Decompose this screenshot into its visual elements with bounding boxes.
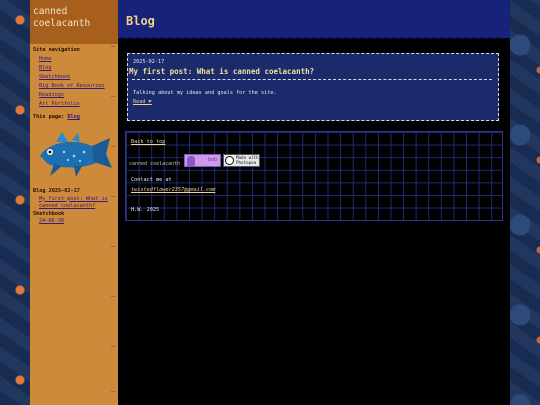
coelacanth-illustration (40, 132, 112, 177)
footer-grid-panel (125, 131, 503, 221)
email-link[interactable]: twistedflower2357@gmail.com (131, 187, 215, 193)
read-more-label: Read (133, 99, 146, 105)
this-page-link[interactable]: Blog (67, 114, 80, 120)
nav-link-sketchbook[interactable]: Sketchbook (33, 73, 117, 82)
nav-link-readings[interactable]: Readings (33, 91, 117, 100)
photopea-logo-icon (225, 156, 234, 165)
this-page-line: This page: Blog (33, 113, 117, 122)
this-page-prefix: This page: (33, 114, 65, 120)
nav-link-resources[interactable]: Big Book of Resources (33, 82, 117, 91)
nav-heading: Site navigation (33, 47, 80, 53)
site-navigation: Site navigation Home Blog Sketchbook Big… (33, 46, 117, 122)
contact-label: Contact me at (131, 177, 172, 183)
sidebar-sketchbook-link[interactable]: 24-06-30 (33, 218, 117, 226)
sidebar-page-list: Blog 2025-02-17 My first post: What is c… (33, 188, 117, 226)
nav-link-art-portfolio[interactable]: Art Portfolio (33, 100, 117, 109)
footer-copyright: H.W. 2025 (131, 207, 160, 213)
back-to-top-link[interactable]: Back to top (131, 139, 165, 145)
sketchbook-heading: Sketchbook (33, 210, 65, 217)
header-zigzag-edge (118, 36, 510, 42)
post-card (127, 53, 499, 121)
character-icon (187, 156, 195, 166)
blog-heading: Blog 2025-02-17 (33, 188, 80, 194)
page-title: Blog (126, 14, 155, 28)
post-date: 2025-02-17 (133, 59, 165, 65)
bob-badge-label: bob (207, 157, 217, 163)
nav-link-home[interactable]: Home (33, 55, 117, 64)
site-logo-broken-image: canned coelacanth (129, 161, 181, 167)
post-divider (132, 79, 492, 80)
post-summary: Talking about my ideas and goals for the… (133, 90, 277, 96)
header-bar (118, 0, 510, 38)
read-more-link[interactable]: Read ☛ (133, 99, 152, 105)
bob-badge[interactable]: bob (184, 154, 221, 167)
photopea-badge[interactable]: Made with Photopea (223, 154, 260, 167)
photopea-badge-label: Made with Photopea (236, 155, 259, 165)
nav-link-blog[interactable]: Blog (33, 64, 117, 73)
post-title[interactable]: My first post: What is canned coelacanth… (129, 67, 314, 76)
sidebar-post-link[interactable]: My first post: What is canned coelacanth… (33, 196, 117, 211)
hand-pointer-icon: ☛ (148, 99, 152, 105)
sidebar-ruler-marks (111, 46, 116, 396)
site-title[interactable]: canned coelacanth (33, 6, 117, 30)
